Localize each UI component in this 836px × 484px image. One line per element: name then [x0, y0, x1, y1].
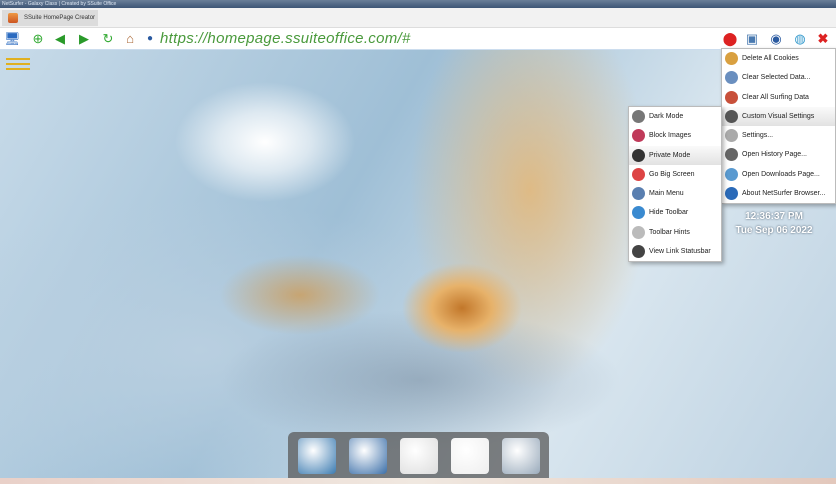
menu-item[interactable]: Clear All Surfing Data — [722, 88, 835, 107]
menu-item[interactable]: Settings... — [722, 126, 835, 145]
menu-item[interactable]: Open History Page... — [722, 145, 835, 164]
menu-item[interactable]: Hide Toolbar — [629, 203, 721, 222]
hamburger-menu-icon[interactable] — [6, 58, 30, 72]
forward-icon[interactable]: ▶ — [76, 31, 92, 47]
menu-item[interactable]: Custom Visual Settings — [722, 107, 835, 126]
tab-homepage[interactable]: SSuite HomePage Creator | C — [2, 10, 98, 26]
speaker-icon[interactable] — [400, 438, 438, 474]
briefcase-icon[interactable] — [349, 438, 387, 474]
menu-list-icon — [632, 187, 645, 200]
close-icon[interactable]: ✖ — [815, 31, 831, 47]
menu-item-label: Clear All Surfing Data — [742, 94, 809, 101]
monitor-icon[interactable]: 🖥 — [4, 31, 20, 47]
clock: 12:36:37 PM Tue Sep 06 2022 — [722, 210, 826, 238]
globe-icon[interactable]: ◍ — [792, 31, 808, 47]
menu-item-label: Open Downloads Page... — [742, 171, 820, 178]
clear-data-icon — [725, 71, 738, 84]
clock-icon[interactable]: ◉ — [768, 31, 784, 47]
refresh-icon[interactable]: ↻ — [100, 31, 116, 47]
hint-icon — [632, 226, 645, 239]
menu-item[interactable]: Dark Mode — [629, 107, 721, 126]
menu-item[interactable]: Delete All Cookies — [722, 49, 835, 68]
clock-time: 12:36:37 PM — [722, 210, 826, 224]
menu-item[interactable]: Block Images — [629, 126, 721, 145]
gear-icon — [725, 129, 738, 142]
cookie-icon — [725, 52, 738, 65]
mail-icon[interactable] — [451, 438, 489, 474]
menu-item-label: Open History Page... — [742, 151, 807, 158]
site-security-icon: ● — [142, 31, 158, 47]
menu-item-label: Delete All Cookies — [742, 55, 799, 62]
visual-settings-submenu: Dark Mode Block Images Private Mode Go Big … — [628, 106, 722, 262]
window-title: NetSurfer - Galaxy Class | Created by SS… — [0, 0, 836, 8]
menu-item[interactable]: Clear Selected Data... — [722, 68, 835, 87]
menu-item[interactable]: About NetSurfer Browser... — [722, 184, 835, 203]
menu-item-label: View Link Statusbar — [649, 248, 711, 255]
block-images-icon — [632, 129, 645, 142]
tag-icon — [632, 245, 645, 258]
menu-item-label: Custom Visual Settings — [742, 113, 814, 120]
arrow-up-icon — [632, 206, 645, 219]
menu-item-label: Block Images — [649, 132, 691, 139]
brush-icon — [725, 110, 738, 123]
globe-book-icon[interactable] — [298, 438, 336, 474]
menu-item[interactable]: Go Big Screen — [629, 165, 721, 184]
download-globe-icon — [725, 168, 738, 181]
menu-item[interactable]: Toolbar Hints — [629, 223, 721, 242]
menu-item-label: About NetSurfer Browser... — [742, 190, 825, 197]
moon-icon — [632, 110, 645, 123]
back-icon[interactable]: ◀ — [52, 31, 68, 47]
toolbar: 🖥 ⊕ ◀ ▶ ↻ ⌂ ● https://homepage.ssuiteoff… — [0, 28, 836, 50]
bottom-bar — [0, 478, 836, 484]
menu-item[interactable]: Main Menu — [629, 184, 721, 203]
menu-item-label: Hide Toolbar — [649, 209, 688, 216]
home-icon[interactable]: ⌂ — [122, 31, 138, 47]
incognito-icon — [632, 149, 645, 162]
settings-menu: Delete All Cookies Clear Selected Data...… — [721, 48, 836, 204]
screenshot-icon[interactable]: ▣ — [744, 31, 760, 47]
menu-item-label: Settings... — [742, 132, 773, 139]
menu-item-label: Clear Selected Data... — [742, 74, 810, 81]
menu-item[interactable]: Open Downloads Page... — [722, 165, 835, 184]
clear-all-icon — [725, 91, 738, 104]
hourglass-icon — [725, 148, 738, 161]
fullscreen-icon — [632, 168, 645, 181]
clock-date: Tue Sep 06 2022 — [722, 224, 826, 238]
menu-item[interactable]: View Link Statusbar — [629, 242, 721, 261]
menu-item-label: Main Menu — [649, 190, 684, 197]
menu-item-label: Dark Mode — [649, 113, 683, 120]
adblock-icon[interactable]: ⬤ — [722, 31, 738, 47]
tab-bar: SSuite HomePage Creator | C — [0, 8, 836, 28]
menu-item[interactable]: Private Mode — [629, 146, 721, 165]
menu-item-label: Go Big Screen — [649, 171, 695, 178]
url-bar[interactable]: https://homepage.ssuiteoffice.com/# — [160, 30, 411, 47]
new-tab-icon[interactable]: ⊕ — [30, 31, 46, 47]
dock — [288, 432, 549, 478]
notepad-icon[interactable] — [502, 438, 540, 474]
info-globe-icon — [725, 187, 738, 200]
menu-item-label: Private Mode — [649, 152, 690, 159]
menu-item-label: Toolbar Hints — [649, 229, 690, 236]
tab-favicon — [8, 13, 18, 23]
